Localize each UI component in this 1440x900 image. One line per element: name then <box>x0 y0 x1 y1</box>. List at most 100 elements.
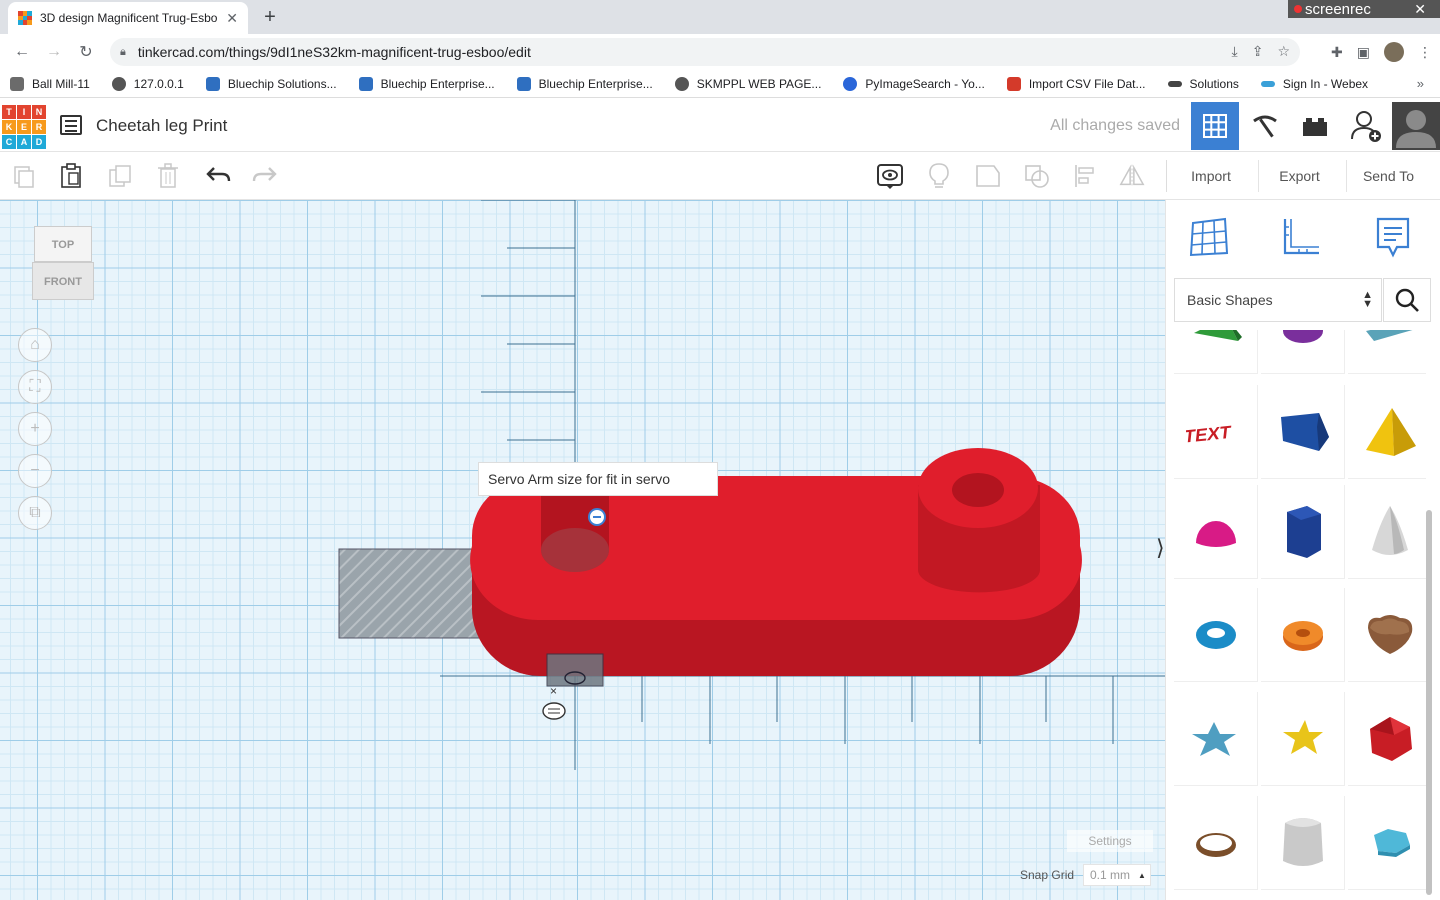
scene-3d[interactable]: × <box>0 200 1165 900</box>
torus-shape[interactable] <box>1174 588 1258 682</box>
hole-box[interactable] <box>338 548 490 639</box>
new-tab-button[interactable]: + <box>258 6 282 30</box>
group-icon[interactable] <box>974 162 1002 190</box>
shape-search-button[interactable] <box>1383 278 1431 322</box>
close-icon[interactable]: ✕ <box>1414 1 1426 18</box>
bookmark-item[interactable]: SKMPPL WEB PAGE... <box>674 76 821 91</box>
bookmark-label: Solutions <box>1189 76 1239 91</box>
pyramid-shape[interactable] <box>1348 385 1426 479</box>
tube-shape[interactable] <box>1261 588 1345 682</box>
hexagon-shape[interactable] <box>1348 796 1426 890</box>
bookmark-favicon-icon <box>205 76 220 91</box>
heart-shape[interactable] <box>1348 588 1426 682</box>
round-roof-shape[interactable] <box>1261 796 1345 890</box>
align-icon[interactable] <box>1072 162 1100 190</box>
bookmark-item[interactable]: Bluechip Enterprise... <box>358 76 495 91</box>
delete-icon[interactable] <box>154 162 182 190</box>
user-avatar[interactable] <box>1392 102 1440 150</box>
settings-button[interactable]: Settings <box>1067 830 1153 852</box>
tinkercad-logo[interactable]: T I N K E R C A D <box>2 105 46 149</box>
install-icon[interactable]: ⤓ <box>1232 43 1238 60</box>
snap-grid-label: Snap Grid <box>1020 868 1075 882</box>
half-sphere-shape[interactable] <box>1174 485 1258 579</box>
ruler-icon <box>1283 219 1319 255</box>
side-panel-icon[interactable]: ▣ <box>1357 44 1370 61</box>
browser-tab[interactable]: 3D design Magnificent Trug-Esbo ✕ <box>8 2 248 34</box>
bookmark-item[interactable]: Import CSV File Dat... <box>1006 76 1146 91</box>
icosahedron-shape[interactable] <box>1348 692 1426 786</box>
forward-arrow-icon[interactable]: → <box>38 43 70 61</box>
lock-icon: 🔒︎ <box>120 45 126 58</box>
bookmark-item[interactable]: Sign In - Webex <box>1260 77 1368 91</box>
panel-scrollbar[interactable] <box>1426 510 1432 895</box>
logo-letter: A <box>17 135 31 149</box>
undo-icon[interactable] <box>204 162 232 190</box>
ruler-origin-icon[interactable] <box>542 702 566 720</box>
ruler-tool-button[interactable] <box>1278 214 1324 260</box>
send-to-button[interactable]: Send To <box>1346 160 1430 192</box>
export-button[interactable]: Export <box>1258 160 1340 192</box>
ring-shape[interactable] <box>1174 796 1258 890</box>
bookmark-item[interactable]: PyImageSearch - Yo... <box>843 76 985 91</box>
redo-icon[interactable] <box>251 162 279 190</box>
notes-visibility-icon[interactable] <box>876 162 904 190</box>
collapse-panel-icon[interactable]: ⟩ <box>1156 535 1165 561</box>
text-shape[interactable]: TEXT <box>1174 385 1258 479</box>
copy-icon[interactable] <box>10 162 38 190</box>
star-shape-blue[interactable] <box>1174 692 1258 786</box>
polygon-shape[interactable] <box>1261 485 1345 579</box>
paraboloid-shape[interactable] <box>1261 330 1345 374</box>
small-hole-box[interactable] <box>546 653 604 687</box>
cone-shape[interactable] <box>1348 485 1426 579</box>
bookmark-item[interactable]: Bluechip Solutions... <box>205 76 337 91</box>
star-shape-yellow[interactable] <box>1261 692 1345 786</box>
bookmark-item[interactable]: 127.0.0.1 <box>111 76 184 91</box>
bookmark-star-icon[interactable]: ☆ <box>1277 43 1290 60</box>
design-list-icon[interactable] <box>60 115 82 135</box>
workplane-tool-button[interactable] <box>1186 214 1232 260</box>
blocks-view-button[interactable] <box>1241 102 1289 150</box>
roof-shape[interactable] <box>1348 330 1426 374</box>
paste-icon[interactable] <box>57 162 85 190</box>
design-title[interactable]: Cheetah leg Print <box>96 116 227 136</box>
bookmark-favicon-icon <box>1260 80 1275 87</box>
share-icon[interactable]: ⇪ <box>1252 43 1264 60</box>
workplane-canvas[interactable]: TOP FRONT ⌂ ⛶ + − ⧉ × Servo Arm size for… <box>0 200 1165 900</box>
back-arrow-icon[interactable]: ← <box>6 43 38 61</box>
more-bookmarks-icon[interactable]: » <box>1417 76 1424 91</box>
bookmark-item[interactable]: Bluechip Enterprise... <box>516 76 653 91</box>
extensions-icon[interactable]: ✚ <box>1331 44 1343 61</box>
bookmark-item[interactable]: Ball Mill-11 <box>10 76 90 91</box>
url-bar[interactable]: 🔒︎ tinkercad.com/things/9dI1neS32km-magn… <box>110 38 1300 66</box>
ungroup-icon[interactable] <box>1023 162 1051 190</box>
shape-library-select[interactable]: Basic Shapes ▲ ▼ <box>1174 278 1382 322</box>
browser-tab-strip: 3D design Magnificent Trug-Esbo ✕ + scre… <box>0 0 1440 34</box>
box-shape[interactable] <box>1261 385 1345 479</box>
grid-view-icon <box>1203 114 1227 138</box>
add-user-icon <box>1351 111 1381 142</box>
invite-user-button[interactable] <box>1342 102 1390 150</box>
snap-grid-select[interactable]: 0.1 mm ▲ <box>1083 864 1151 886</box>
duplicate-icon[interactable] <box>106 162 134 190</box>
mirror-icon[interactable] <box>1118 162 1146 190</box>
wedge-shape[interactable] <box>1174 330 1258 374</box>
reload-icon[interactable]: ↻ <box>70 42 102 62</box>
profile-avatar[interactable] <box>1384 42 1404 62</box>
bookmark-label: Bluechip Solutions... <box>227 76 337 91</box>
ruler-close-icon[interactable]: × <box>550 684 557 698</box>
bricks-view-button[interactable] <box>1291 102 1339 150</box>
bookmark-label: Bluechip Enterprise... <box>380 76 495 91</box>
bookmark-label: Import CSV File Dat... <box>1028 76 1146 91</box>
notes-tool-button[interactable] <box>1370 214 1416 260</box>
bookmark-item[interactable]: Solutions <box>1167 76 1239 91</box>
3d-design-view-button[interactable] <box>1191 102 1239 150</box>
tab-close-icon[interactable]: ✕ <box>226 10 238 27</box>
snap-grid-value: 0.1 mm <box>1090 868 1131 882</box>
import-button[interactable]: Import <box>1172 160 1250 192</box>
save-status: All changes saved <box>1050 117 1180 134</box>
menu-kebab-icon[interactable]: ⋮ <box>1418 44 1432 61</box>
lightbulb-icon[interactable] <box>925 162 953 190</box>
logo-letter: N <box>32 105 46 119</box>
app-header: T I N K E R C A D Cheetah leg Print All … <box>0 100 1440 152</box>
record-dot-icon <box>1294 5 1302 13</box>
